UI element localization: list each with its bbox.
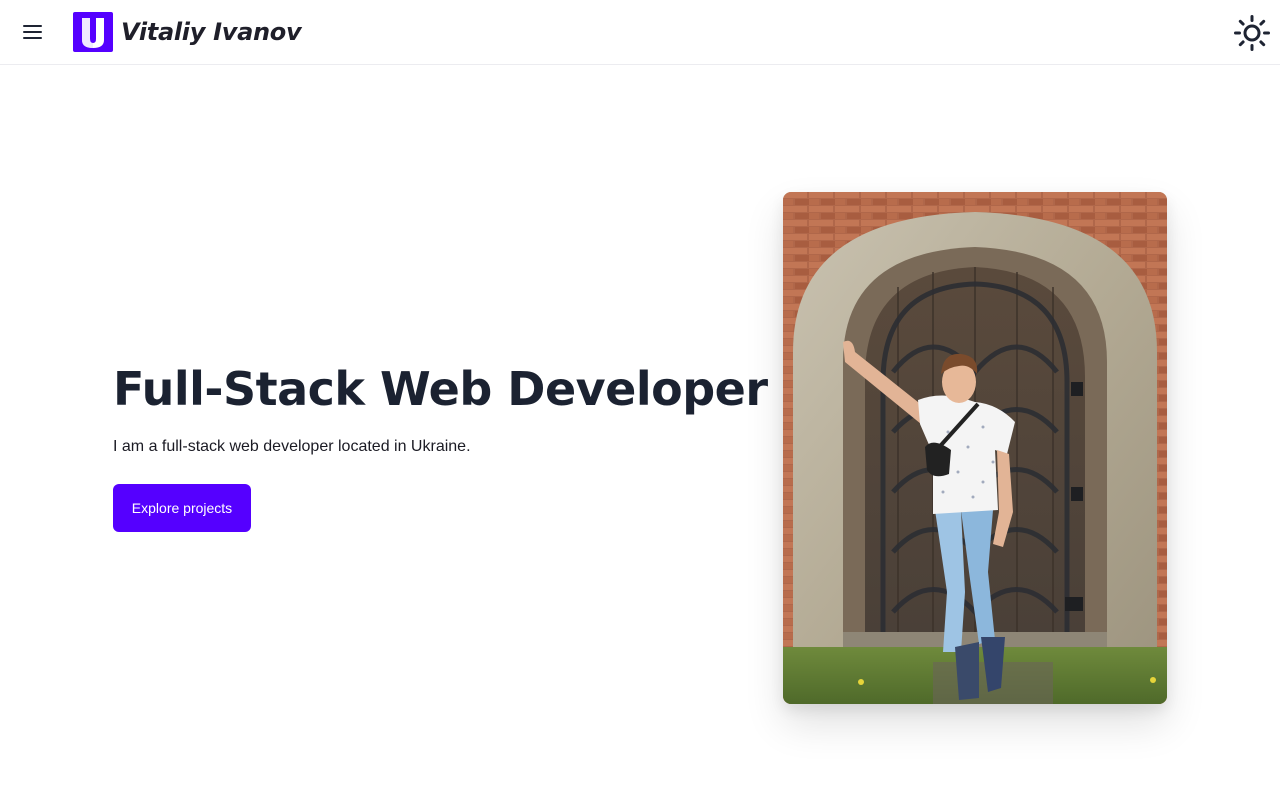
brand-name: Vitaliy Ivanov: [121, 18, 302, 46]
top-navbar: Vitaliy Ivanov: [0, 0, 1280, 65]
theme-toggle-button[interactable]: [1233, 14, 1271, 52]
hero-title: Full-Stack Web Developer: [113, 362, 768, 416]
brand-link[interactable]: Vitaliy Ivanov: [73, 12, 302, 52]
menu-button[interactable]: [18, 18, 46, 46]
hero-subtitle: I am a full-stack web developer located …: [113, 438, 471, 455]
logo-icon: [73, 12, 113, 52]
sun-icon: [1234, 15, 1270, 51]
profile-photo: [783, 192, 1167, 704]
explore-projects-button[interactable]: Explore projects: [113, 484, 251, 532]
hamburger-menu-icon: [22, 25, 42, 39]
